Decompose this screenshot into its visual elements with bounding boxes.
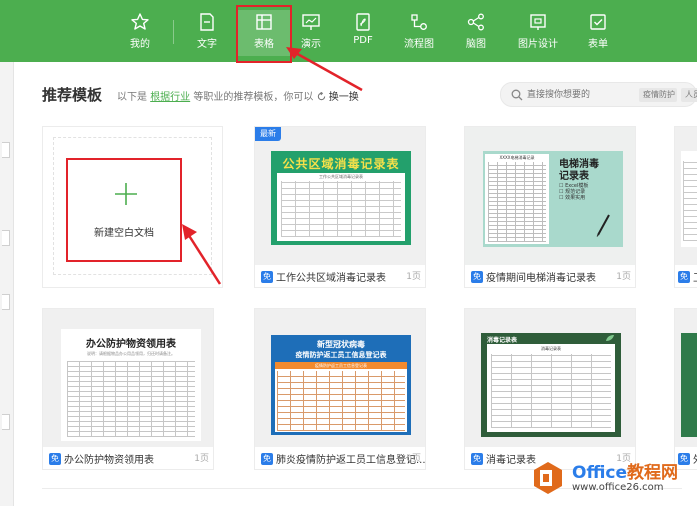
free-badge: 免 — [471, 452, 483, 465]
image-design-icon — [530, 14, 546, 30]
toolbar-item-text[interactable]: 文字 — [179, 10, 235, 56]
card-title: 办公防护物资领用表 — [64, 455, 154, 466]
template-thumbnail: 消毒记录表 消毒记录表 — [465, 309, 635, 447]
star-icon — [131, 13, 149, 30]
card-footer: 免卫 — [678, 269, 697, 285]
presentation-icon — [302, 14, 320, 30]
card-footer: 免疫情期间电梯消毒记录表 1页 — [471, 269, 631, 285]
thumbnail-sheet: 消毒记录表 消毒记录表 — [481, 333, 621, 437]
template-card[interactable]: XXXX电梯消毒记录 电梯消毒 记录表 ☐ Excel模板 ☐ 规范记录 ☐ 效… — [464, 126, 636, 288]
plus-icon — [115, 183, 137, 205]
free-badge: 免 — [471, 270, 483, 283]
toolbar-item-mine[interactable]: 我的 — [112, 10, 168, 56]
template-thumbnail: XXXX电梯消毒记录 电梯消毒 记录表 ☐ Excel模板 ☐ 规范记录 ☐ 效… — [465, 127, 635, 265]
template-thumbnail — [675, 127, 697, 265]
top-toolbar: 我的 文字 表格 演示 PDF 流程图 脑图 图片设计 表单 — [0, 0, 697, 62]
card-title: 消毒记录表 — [486, 455, 536, 466]
template-card[interactable]: 消毒记录表 消毒记录表 免消毒记录表 1页 — [464, 308, 636, 470]
page-count: 0页 — [406, 454, 421, 464]
free-badge: 免 — [678, 270, 690, 283]
free-badge: 免 — [261, 452, 273, 465]
industry-link[interactable]: 根据行业 — [150, 92, 190, 103]
page-count: 1页 — [406, 272, 421, 282]
search-tag[interactable]: 人员 — [681, 88, 697, 102]
toolbar-divider — [173, 20, 174, 44]
template-thumbnail — [675, 309, 697, 447]
office-logo-icon — [534, 462, 562, 494]
free-badge: 免 — [261, 270, 273, 283]
template-card[interactable]: 办公防护物资领用表 说明：请根据物品办公用品领用，归还时请备注。 免办公防护物资… — [42, 308, 214, 470]
swap-button[interactable]: 换一换 — [317, 91, 359, 103]
page-count: 1页 — [194, 454, 209, 464]
toolbar-item-image-design[interactable]: 图片设计 — [510, 10, 566, 56]
card-title: 工作公共区域消毒记录表 — [276, 273, 386, 284]
thumbnail-sheet: 办公防护物资领用表 说明：请根据物品办公用品领用，归还时请备注。 — [61, 329, 201, 441]
toolbar-item-mindmap[interactable]: 脑图 — [448, 10, 504, 56]
card-footer: 免办公防护物资领用表 1页 — [49, 451, 209, 467]
refresh-icon — [317, 91, 325, 101]
section-subtitle: 以下是 根据行业 等职业的推荐模板，你可以 换一换 — [117, 91, 359, 103]
new-blank-document-button[interactable]: 新建空白文档 — [66, 158, 182, 262]
template-card[interactable]: 免卫 — [674, 126, 697, 288]
template-search-box[interactable]: 疫情防护 人员 — [500, 82, 697, 107]
sidebar-tab[interactable] — [2, 414, 10, 430]
watermark: Office教程网 www.office26.com — [530, 456, 697, 506]
thumbnail-sheet: 公共区域消毒记录表 工作公共区域消毒记录表 — [271, 151, 411, 245]
thumbnail-sheet: XXXX电梯消毒记录 电梯消毒 记录表 ☐ Excel模板 ☐ 规范记录 ☐ 效… — [483, 151, 623, 247]
template-thumbnail: 新型冠状病毒 疫情防护返工员工信息登记表 疫情防护返工员工信息登记表 — [255, 309, 425, 447]
toolbar-item-pdf[interactable]: PDF — [335, 10, 391, 56]
spreadsheet-highlight-box — [236, 5, 292, 63]
free-badge: 免 — [49, 452, 61, 465]
thumbnail-sheet: 新型冠状病毒 疫情防护返工员工信息登记表 疫情防护返工员工信息登记表 — [271, 335, 411, 435]
toolbar-item-form[interactable]: 表单 — [570, 10, 626, 56]
template-card[interactable]: 公共区域消毒记录表 工作公共区域消毒记录表 最新 免工作公共区域消毒记录表 1页 — [254, 126, 426, 288]
page-count: 1页 — [616, 272, 631, 282]
sidebar-tab[interactable] — [2, 142, 10, 158]
template-thumbnail: 办公防护物资领用表 说明：请根据物品办公用品领用，归还时请备注。 — [43, 309, 213, 447]
form-icon — [590, 14, 606, 30]
template-thumbnail: 公共区域消毒记录表 工作公共区域消毒记录表 最新 — [255, 127, 425, 265]
template-card[interactable]: 免外 — [674, 308, 697, 470]
leaf-icon — [606, 335, 614, 341]
card-footer: 免工作公共区域消毒记录表 1页 — [261, 269, 421, 285]
pen-icon — [596, 214, 610, 237]
card-footer: 免肺炎疫情防护返工员工信息登记... 0页 — [261, 451, 426, 467]
card-title: 卫 — [693, 273, 697, 284]
new-badge: 最新 — [255, 127, 281, 141]
section-title: 推荐模板 — [42, 86, 103, 104]
flowchart-icon — [411, 14, 427, 30]
toolbar-item-flowchart[interactable]: 流程图 — [391, 10, 447, 56]
sidebar-tab[interactable] — [2, 294, 10, 310]
search-tag[interactable]: 疫情防护 — [639, 88, 677, 102]
card-title: 肺炎疫情防护返工员工信息登记... — [276, 455, 426, 466]
pdf-icon — [356, 13, 370, 31]
search-icon — [511, 89, 523, 101]
template-card[interactable]: 新型冠状病毒 疫情防护返工员工信息登记表 疫情防护返工员工信息登记表 免肺炎疫情… — [254, 308, 426, 470]
search-input[interactable] — [527, 87, 633, 103]
document-icon — [200, 13, 214, 31]
sidebar-tab[interactable] — [2, 230, 10, 246]
card-title: 疫情期间电梯消毒记录表 — [486, 273, 596, 284]
mindmap-icon — [467, 13, 484, 31]
left-sidebar-edge — [0, 62, 14, 506]
